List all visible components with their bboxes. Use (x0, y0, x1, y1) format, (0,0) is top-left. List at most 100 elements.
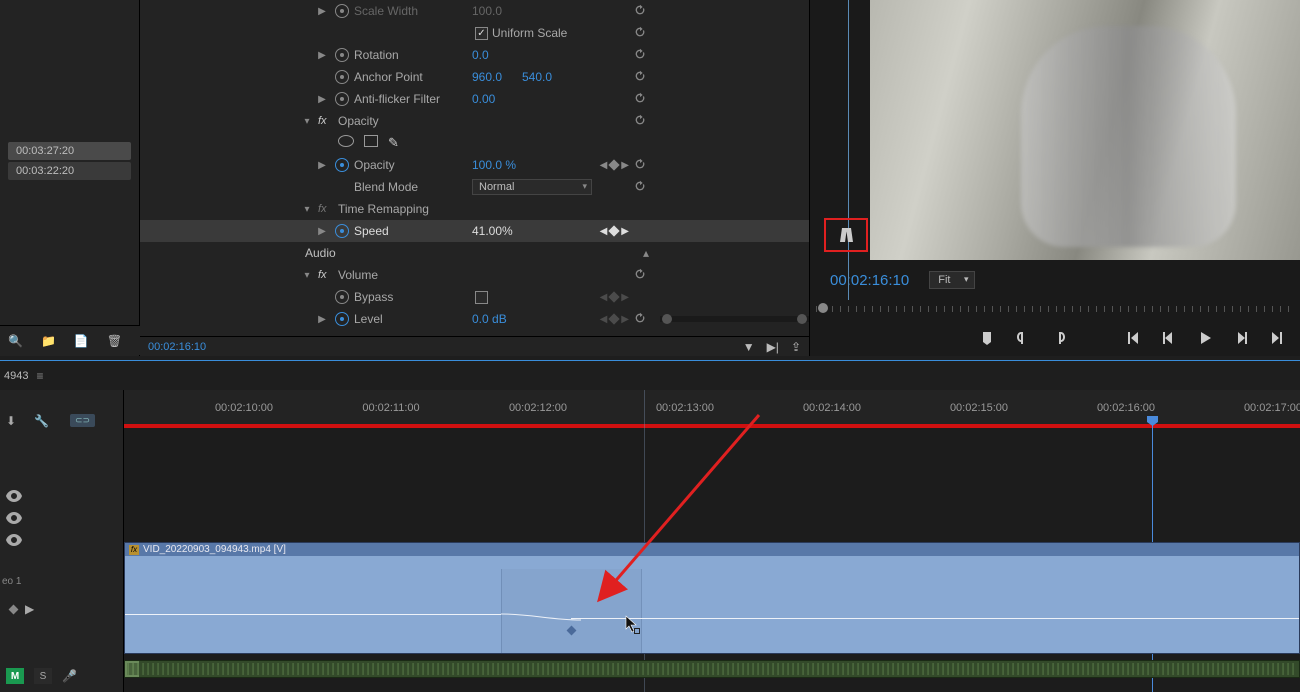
stopwatch-icon[interactable] (335, 224, 349, 238)
blend-mode-select[interactable]: Normal (472, 179, 592, 195)
effect-scrollbar[interactable] (660, 316, 809, 322)
reset-icon[interactable] (633, 157, 649, 173)
program-timecode[interactable]: 00:02:16:10 (830, 272, 909, 289)
twirl-icon[interactable]: ▾ (300, 116, 314, 127)
bypass-checkbox[interactable] (475, 291, 488, 304)
scrubber-handle[interactable] (818, 303, 828, 313)
stopwatch-icon[interactable] (335, 290, 349, 304)
clip-in-timecode[interactable]: 00:03:27:20 (8, 142, 131, 160)
twirl-icon[interactable]: ▾ (300, 204, 314, 215)
new-item-icon[interactable]: 📄 (74, 334, 89, 348)
speed-rubber-band[interactable] (571, 618, 1299, 619)
fx-badge-icon[interactable]: fx (318, 269, 327, 281)
collapse-icon[interactable]: ▴ (643, 246, 649, 260)
level-value[interactable]: 0.0 dB (472, 312, 507, 326)
filter-icon[interactable]: ▼ (743, 340, 755, 354)
play-button[interactable] (1196, 329, 1214, 347)
wrench-icon[interactable]: 🔧 (34, 414, 49, 428)
ellipse-mask-icon[interactable] (338, 135, 354, 147)
reset-icon[interactable] (633, 311, 649, 327)
voice-over-icon[interactable]: 🎤 (62, 669, 77, 683)
audio-clip[interactable] (124, 660, 1300, 678)
search-icon[interactable]: 🔍 (8, 334, 23, 348)
twirl-icon[interactable]: ▶ (315, 314, 329, 325)
twirl-icon[interactable]: ▶ (315, 50, 329, 61)
timeline-ruler[interactable]: 00:02:10:00 00:02:11:00 00:02:12:00 00:0… (124, 390, 1300, 428)
reset-icon[interactable] (633, 3, 649, 19)
rect-mask-icon[interactable] (364, 135, 378, 147)
effect-playhead[interactable] (848, 0, 849, 306)
clip-body[interactable] (125, 556, 1299, 653)
new-bin-icon[interactable]: 📁 (41, 334, 56, 348)
keyframe-nav[interactable]: ◀▶ (600, 160, 629, 171)
eye-icon[interactable] (6, 512, 22, 524)
stopwatch-icon[interactable] (335, 4, 349, 18)
mute-button[interactable]: M (6, 668, 24, 684)
reset-icon[interactable] (633, 267, 649, 283)
stopwatch-icon[interactable] (335, 312, 349, 326)
pen-mask-icon[interactable]: ✎ (388, 135, 399, 151)
video-preview[interactable] (870, 0, 1300, 260)
reset-icon[interactable] (633, 179, 649, 195)
keyframe-nav[interactable]: ◀▶ (600, 314, 629, 325)
scale-width-label: Scale Width (354, 4, 418, 18)
twirl-icon[interactable]: ▶ (315, 226, 329, 237)
speed-curve[interactable] (501, 610, 581, 624)
panel-menu-icon[interactable]: ≡ (36, 369, 43, 383)
twirl-icon[interactable]: ▾ (300, 270, 314, 281)
program-scrubber[interactable] (816, 300, 1294, 320)
reset-icon[interactable] (633, 91, 649, 107)
fx-badge-icon[interactable]: fx (318, 115, 327, 127)
zoom-select[interactable]: Fit (929, 271, 975, 289)
step-back-button[interactable] (1160, 329, 1178, 347)
reset-icon[interactable] (633, 47, 649, 63)
sequence-tab[interactable]: 4943 ≡ (0, 360, 1300, 390)
speed-keyframe-edge[interactable] (641, 569, 642, 653)
stopwatch-icon[interactable] (335, 92, 349, 106)
stopwatch-icon[interactable] (335, 70, 349, 84)
reset-icon[interactable] (633, 113, 649, 129)
stopwatch-icon[interactable] (335, 48, 349, 62)
speed-keyframe-icon[interactable] (841, 228, 852, 242)
reset-icon[interactable] (633, 25, 649, 41)
anchor-x-value[interactable]: 960.0 (472, 70, 502, 84)
insert-icon[interactable]: ⬇ (6, 414, 16, 428)
twirl-icon[interactable]: ▶ (315, 160, 329, 171)
add-marker-button[interactable] (978, 329, 996, 347)
delete-icon[interactable]: 🗑 (107, 334, 122, 348)
video-clip[interactable]: fx VID_20220903_094943.mp4 [V] (124, 542, 1300, 654)
anchor-y-value[interactable]: 540.0 (522, 70, 552, 84)
solo-button[interactable]: S (34, 668, 52, 684)
eye-icon[interactable] (6, 534, 22, 546)
scale-width-value[interactable]: 100.0 (472, 4, 502, 18)
linked-selection-badge[interactable]: ⊂⊃ (70, 414, 95, 427)
speed-rubber-band[interactable] (125, 614, 501, 615)
keyframe-nav[interactable]: ◀▶ (600, 292, 629, 303)
export-icon[interactable]: ⇪ (791, 340, 801, 354)
step-forward-button[interactable] (1232, 329, 1250, 347)
twirl-icon[interactable]: ▶ (315, 94, 329, 105)
anchor-point-label: Anchor Point (354, 70, 423, 84)
keyframe-nav[interactable]: ◀▶ (600, 226, 629, 237)
timeline-tracks[interactable]: 00:02:10:00 00:02:11:00 00:02:12:00 00:0… (124, 390, 1300, 692)
scroll-thumb-left[interactable] (662, 314, 672, 324)
effect-timecode[interactable]: 00:02:16:10 (148, 341, 206, 353)
antiflicker-value[interactable]: 0.00 (472, 92, 495, 106)
eye-icon[interactable] (6, 490, 22, 502)
rotation-value[interactable]: 0.0 (472, 48, 489, 62)
effect-timeline[interactable] (660, 0, 809, 336)
track-keyframe-toggle[interactable]: ▶ (10, 602, 34, 616)
opacity-value[interactable]: 100.0 % (472, 158, 516, 172)
stopwatch-icon[interactable] (335, 158, 349, 172)
clip-out-timecode[interactable]: 00:03:22:20 (8, 162, 131, 180)
reset-icon[interactable] (633, 69, 649, 85)
mark-out-button[interactable] (1050, 329, 1068, 347)
twirl-icon[interactable]: ▶ (315, 6, 329, 17)
scroll-thumb-right[interactable] (797, 314, 807, 324)
go-to-out-button[interactable] (1268, 329, 1286, 347)
uniform-scale-checkbox[interactable] (475, 27, 488, 40)
speed-value[interactable]: 41.00% (472, 224, 513, 238)
play-only-icon[interactable]: ▶| (767, 340, 779, 354)
go-to-in-button[interactable] (1124, 329, 1142, 347)
mark-in-button[interactable] (1014, 329, 1032, 347)
